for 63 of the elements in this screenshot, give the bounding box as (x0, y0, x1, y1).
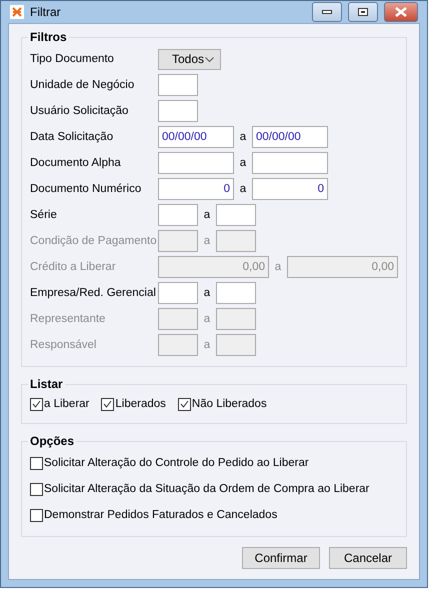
app-icon (10, 5, 24, 19)
range-separator: a (202, 287, 212, 299)
group-title: Opções (29, 434, 76, 448)
field-label: Condição de Pagamento (30, 235, 158, 247)
input-field[interactable] (158, 100, 198, 122)
minimize-button[interactable] (312, 2, 342, 22)
input-field[interactable] (158, 230, 198, 252)
input-field[interactable] (216, 282, 256, 304)
field-label: Documento Alpha (30, 157, 122, 169)
field-label: Unidade de Negócio (30, 79, 136, 91)
range-separator: a (274, 261, 282, 273)
input-field[interactable] (252, 152, 328, 174)
input-field[interactable]: 00/00/00 (252, 126, 328, 148)
field-label: Usuário Solicitação (30, 105, 130, 117)
input-field[interactable] (216, 308, 256, 330)
cancel-button[interactable]: Cancelar (329, 547, 407, 569)
maximize-button[interactable] (348, 2, 378, 22)
range-separator: a (238, 131, 248, 143)
checkbox[interactable]: Não Liberados (178, 391, 267, 417)
input-field[interactable] (216, 334, 256, 356)
dropdown[interactable]: Todos (158, 48, 221, 70)
checkmark-icon (32, 400, 41, 408)
checkbox[interactable]: Liberados (101, 391, 166, 417)
range-separator: a (202, 235, 212, 247)
checkbox[interactable]: a Liberar (30, 391, 90, 417)
field-label: Série (30, 209, 58, 221)
field-label: Data Solicitação (30, 131, 114, 143)
input-field[interactable]: 00/00/00 (158, 126, 234, 148)
group-title: Listar (29, 377, 64, 391)
chevron-down-icon (205, 56, 214, 62)
checkbox[interactable]: Demonstrar Pedidos Faturados e Cancelados (30, 502, 398, 528)
input-field[interactable] (158, 152, 234, 174)
window-title: Filtrar (30, 5, 62, 19)
minimize-icon (322, 10, 332, 14)
input-field[interactable]: 0 (158, 178, 234, 200)
confirm-button[interactable]: Confirmar (242, 547, 320, 569)
input-field[interactable] (158, 334, 198, 356)
range-separator: a (202, 209, 212, 221)
range-separator: a (238, 157, 248, 169)
range-separator: a (202, 339, 212, 351)
group-title: Filtros (29, 30, 68, 44)
checkbox[interactable]: Solicitar Alteração da Situação da Ordem de Compra ao Liberar (30, 476, 398, 502)
close-button[interactable] (384, 2, 418, 22)
checkmark-icon (103, 400, 112, 408)
field-label: Crédito a Liberar (30, 261, 117, 273)
checkbox[interactable]: Solicitar Alteração do Controle do Pedido ao Liberar (30, 450, 398, 476)
input-field[interactable] (158, 282, 198, 304)
range-separator: a (202, 313, 212, 325)
field-label: Tipo Documento (30, 53, 115, 65)
field-label: Responsável (30, 339, 98, 351)
input-field[interactable] (216, 230, 256, 252)
input-field[interactable] (158, 204, 198, 226)
field-label: Empresa/Red. Gerencial (30, 287, 157, 299)
close-icon (395, 7, 407, 17)
field-label: Representante (30, 313, 106, 325)
maximize-icon (358, 8, 368, 16)
range-separator: a (238, 183, 248, 195)
input-field[interactable] (216, 204, 256, 226)
input-field[interactable] (158, 74, 198, 96)
input-field[interactable] (158, 308, 198, 330)
input-field[interactable]: 0 (252, 178, 328, 200)
checkmark-icon (180, 400, 189, 408)
field-label: Documento Numérico (30, 183, 142, 195)
